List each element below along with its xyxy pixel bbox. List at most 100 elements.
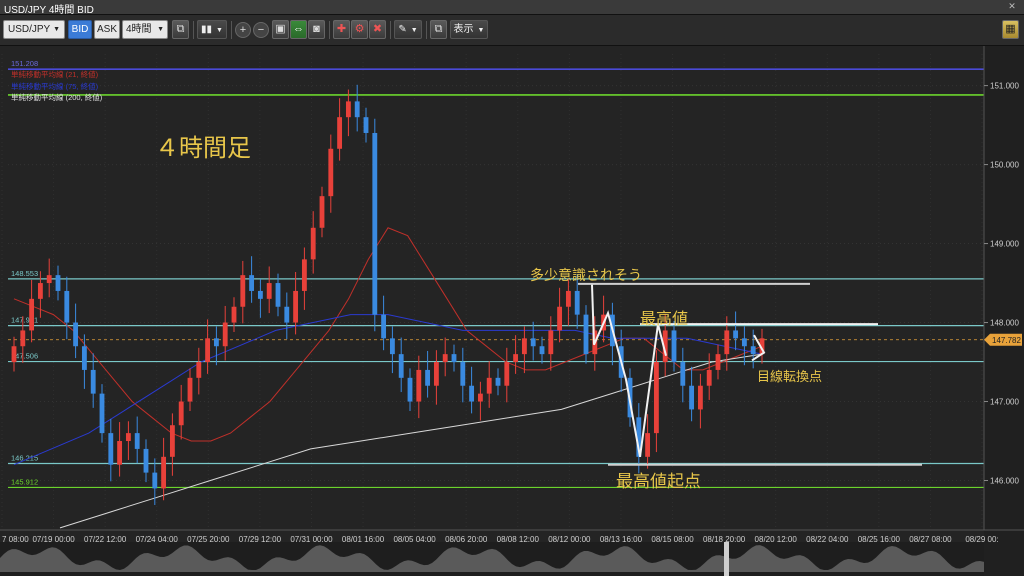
scroll-mode-icon[interactable]: ⇔ — [290, 20, 307, 39]
candle-body — [416, 369, 422, 402]
candle-body — [20, 330, 26, 347]
candle-body — [73, 322, 79, 347]
candle-body — [266, 283, 272, 299]
price-axis-panel — [984, 46, 1024, 576]
annotations: ４時間足多少意識されそう最高値目線転換点最高値起点 — [155, 134, 822, 492]
candle-body — [451, 354, 457, 363]
candle-body — [310, 227, 316, 260]
toolbar-separator — [329, 21, 330, 39]
candle-body — [513, 354, 519, 363]
toolbar-separator — [193, 21, 194, 39]
chevron-down-icon: ▼ — [53, 26, 60, 33]
candle-body — [337, 117, 343, 149]
candle-body — [169, 425, 175, 457]
candle-body — [240, 275, 246, 307]
origin-note: 最高値起点 — [616, 472, 701, 492]
candle-body — [583, 314, 589, 355]
chart-toolbar: USD/JPY ▼ BID ASK 4時間 ▼ ⧉ ▮▮ ▼ + − ▣ ⇔ ◙ ✚ … — [0, 15, 1024, 46]
candle-body — [81, 346, 87, 370]
candle-body — [715, 354, 721, 370]
candle-body — [530, 338, 536, 347]
level-line-label: 148.553 — [11, 269, 38, 278]
bid-button[interactable]: BID — [68, 20, 92, 39]
level-line-label: 145.912 — [11, 477, 38, 486]
candle-body — [231, 306, 237, 323]
chevron-down-icon: ▼ — [157, 26, 164, 33]
price-axis: 151.000 150.000 149.000 148.000 147.000 146.0… — [983, 46, 1024, 576]
fit-chart-icon[interactable]: ▣ — [272, 20, 289, 39]
window-close-icon[interactable]: ✕ — [1006, 1, 1018, 12]
legend-entry: 単純移動平均線 (21, 終値) — [11, 69, 99, 79]
candle-body — [381, 314, 387, 339]
candle-body — [671, 330, 677, 363]
candle-body — [143, 448, 149, 473]
timeframe-select[interactable]: 4時間 ▼ — [122, 20, 168, 39]
timeframe-select-value: 4時間 — [126, 24, 152, 35]
candle-body — [495, 377, 501, 386]
drawing-tool-select[interactable]: ✎ ▼ — [394, 20, 422, 39]
candle-body — [125, 433, 131, 442]
candle-body — [557, 306, 563, 331]
candle-body — [64, 290, 70, 323]
candle-body — [161, 456, 167, 489]
indicator-settings-icon[interactable]: ⚙ — [351, 20, 368, 39]
price-tick-label: 148.000 — [990, 319, 1019, 328]
candle-body — [275, 283, 281, 307]
candle-body — [486, 377, 492, 394]
chart-type-select[interactable]: ▮▮ ▼ — [197, 20, 227, 39]
candle-body — [257, 290, 263, 299]
price-chart[interactable]: 148.553147.961147.506146.215145.912 151.… — [0, 46, 1024, 576]
candle-body — [680, 362, 686, 386]
candle-body — [689, 385, 695, 410]
horizontal-lines: 148.553147.961147.506146.215145.912 — [8, 68, 984, 489]
pencil-icon: ✎ — [398, 24, 407, 35]
candle-body — [196, 362, 202, 378]
candle-body — [469, 385, 475, 402]
price-tick-label: 149.000 — [990, 240, 1019, 249]
candle-body — [345, 101, 351, 118]
navigator-handle — [724, 542, 729, 576]
pivot-note: 目線転換点 — [757, 369, 822, 385]
resistance-note: 多少意識されそう — [530, 267, 642, 284]
candle-body — [407, 377, 413, 402]
ask-button[interactable]: ASK — [94, 20, 120, 39]
level-line-label: 146.215 — [11, 454, 38, 463]
candle-body — [301, 259, 307, 291]
candle-body — [222, 322, 228, 347]
candle-body — [152, 472, 158, 489]
display-menu-button[interactable]: 表示 ▼ — [450, 20, 488, 39]
zoom-out-icon[interactable]: − — [253, 22, 269, 38]
candle-body — [187, 377, 193, 402]
add-indicator-icon[interactable]: ✚ — [333, 20, 350, 39]
chart-grid — [1, 54, 984, 530]
chevron-down-icon: ▼ — [477, 27, 485, 34]
candle-body — [205, 338, 211, 363]
chart-area[interactable]: 148.553 147.961 147.506 146.215 145.912 151.… — [0, 46, 1024, 576]
candle-body — [733, 330, 739, 339]
candle-body — [539, 346, 545, 355]
candle-body — [750, 346, 756, 355]
symbol-select-value: USD/JPY — [8, 24, 51, 35]
candle-body — [565, 290, 571, 307]
candle-body — [741, 338, 747, 347]
candle-body — [29, 298, 35, 331]
display-menu-label: 表示 — [453, 24, 474, 35]
candle-body — [697, 385, 703, 410]
candle-body — [249, 275, 255, 291]
zoom-in-icon[interactable]: + — [235, 22, 251, 38]
symbol-select[interactable]: USD/JPY ▼ — [3, 20, 65, 39]
candle-body — [372, 132, 378, 315]
remove-indicator-icon[interactable]: ✖ — [369, 20, 386, 39]
link-chart-icon[interactable]: ⧉ — [172, 20, 189, 39]
candle-body — [521, 338, 527, 355]
navigator — [0, 542, 984, 576]
screenshot-icon[interactable]: ◙ — [308, 20, 325, 39]
candle-body — [108, 433, 114, 465]
candle-body — [99, 393, 105, 434]
candlestick-icon: ▮▮ — [201, 24, 213, 35]
candle-body — [504, 362, 510, 386]
template-icon[interactable]: ⧉ — [430, 20, 447, 39]
window-title: USD/JPY 4時間 BID — [4, 5, 94, 16]
settings-panel-icon[interactable]: ▦ — [1002, 20, 1019, 39]
candle-body — [55, 275, 61, 291]
